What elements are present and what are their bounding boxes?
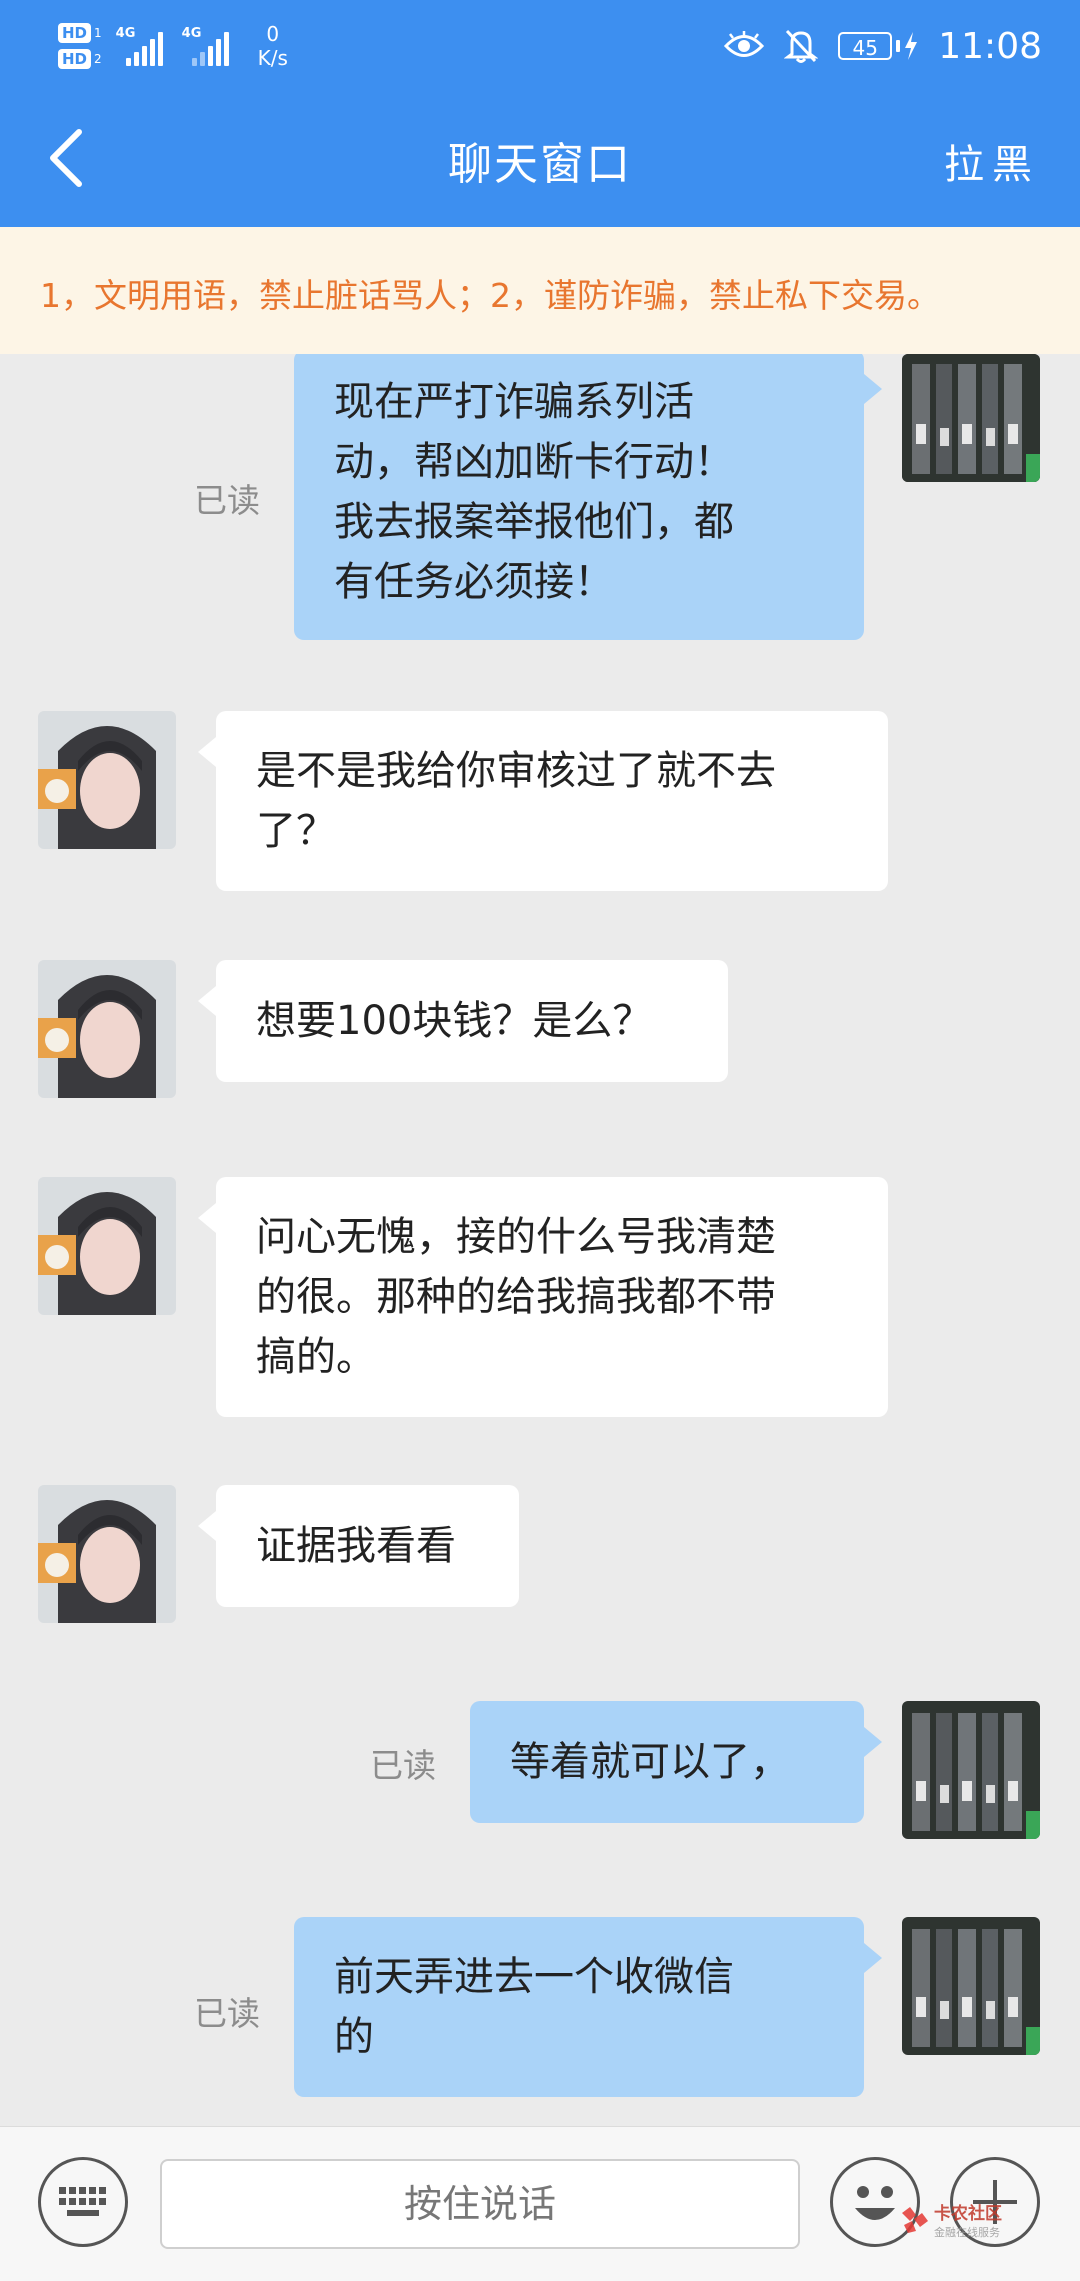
avatar-contact[interactable]	[38, 711, 176, 849]
message-incoming[interactable]: 想要100块钱？是么？	[0, 960, 1080, 1098]
avatar-self[interactable]	[902, 1701, 1040, 1839]
message-line: 的很。那种的给我搞我都不带	[256, 1274, 776, 1320]
signal-icon-2: 4G	[182, 26, 234, 66]
read-status: 已读	[194, 481, 260, 520]
status-left: HD 1 HD 2 4G 4G 0 K/s	[58, 14, 288, 78]
message-line: 前天弄进去一个收微信	[334, 1954, 734, 2000]
bubble-tail	[198, 1511, 216, 1541]
bubble-tail	[864, 1727, 882, 1757]
keyboard-icon	[59, 2187, 106, 2216]
message-line: 想要100块钱？是么？	[256, 998, 653, 1044]
keyboard-toggle-button[interactable]	[38, 2157, 128, 2247]
bubble-tail	[864, 374, 882, 404]
charging-icon	[905, 32, 918, 60]
avatar-contact[interactable]	[38, 1485, 176, 1623]
message-incoming[interactable]: 问心无愧，接的什么号我清楚 的很。那种的给我搞我都不带 搞的。	[0, 1177, 1080, 1417]
avatar-contact[interactable]	[38, 960, 176, 1098]
watermark-subtitle: 金融在线服务	[934, 2226, 1000, 2239]
avatar-image	[38, 711, 176, 849]
avatar-image	[902, 1701, 1040, 1839]
message-bubble[interactable]: 想要100块钱？是么？	[216, 960, 728, 1082]
network-type-2: 4G	[181, 26, 202, 41]
hd-badge-1: HD	[58, 23, 92, 43]
signal-icon-1: 4G	[116, 26, 168, 66]
network-type-1: 4G	[115, 26, 136, 41]
message-incoming[interactable]: 证据我看看	[0, 1485, 1080, 1623]
message-line: 现在严打诈骗系列活	[334, 379, 694, 425]
message-outgoing[interactable]: 已读 前天弄进去一个收微信 的	[0, 1917, 1080, 2097]
status-bar: HD 1 HD 2 4G 4G 0 K/s 45 11:08	[0, 0, 1080, 90]
message-line: 等着就可以了，	[510, 1739, 790, 1785]
sim2-indicator: HD 2	[58, 49, 102, 69]
chat-area[interactable]: 已读 现在严打诈骗系列活 动，帮凶加断卡行动！ 我去报案举报他们，都 有任务必须…	[0, 354, 1080, 2126]
page-title: 聊天窗口	[448, 139, 632, 190]
message-outgoing[interactable]: 已读 现在严打诈骗系列活 动，帮凶加断卡行动！ 我去报案举报他们，都 有任务必须…	[0, 354, 1080, 644]
notice-banner: 1，文明用语，禁止脏话骂人；2，谨防诈骗，禁止私下交易。	[0, 227, 1080, 354]
message-line: 我去报案举报他们，都	[334, 499, 734, 545]
message-line: 搞的。	[256, 1334, 376, 1380]
message-bubble[interactable]: 等着就可以了，	[470, 1701, 864, 1823]
block-user-button[interactable]: 拉黑	[944, 132, 1040, 190]
message-bubble[interactable]: 证据我看看	[216, 1485, 519, 1607]
watermark-name: 卡农社区	[934, 2204, 1002, 2224]
sim1-indicator: HD 1	[58, 23, 102, 43]
back-button[interactable]	[30, 118, 100, 198]
message-outgoing[interactable]: 已读 等着就可以了，	[0, 1701, 1080, 1839]
message-line: 动，帮凶加断卡行动！	[334, 439, 734, 485]
avatar-self[interactable]	[902, 1917, 1040, 2055]
sim-indicators: HD 1 HD 2	[58, 23, 102, 69]
watermark-logo-icon	[902, 2206, 928, 2233]
eye-icon	[724, 31, 765, 57]
message-bubble[interactable]: 是不是我给你审核过了就不去 了？	[216, 711, 888, 891]
network-speed: 0 K/s	[258, 22, 288, 70]
input-bar: 按住说话 卡农社区 金融在线服务	[0, 2126, 1080, 2281]
avatar-image	[38, 960, 176, 1098]
message-line: 有任务必须接！	[334, 559, 614, 605]
chevron-left-icon	[50, 129, 82, 187]
bubble-tail	[864, 1943, 882, 1973]
sim2-number: 2	[94, 52, 102, 66]
top-bar: HD 1 HD 2 4G 4G 0 K/s 45 11:08 聊天窗口 拉黑	[0, 0, 1080, 227]
bubble-tail	[198, 737, 216, 767]
avatar-image	[38, 1177, 176, 1315]
read-status: 已读	[370, 1746, 436, 1785]
bubble-tail	[198, 1203, 216, 1233]
message-bubble[interactable]: 问心无愧，接的什么号我清楚 的很。那种的给我搞我都不带 搞的。	[216, 1177, 888, 1417]
nav-bar: 聊天窗口 拉黑	[0, 90, 1080, 227]
avatar-self[interactable]	[902, 354, 1040, 482]
bell-off-icon	[784, 29, 819, 63]
notice-text: 1，文明用语，禁止脏话骂人；2，谨防诈骗，禁止私下交易。	[40, 276, 940, 315]
hd-badge-2: HD	[58, 49, 92, 69]
message-line: 证据我看看	[256, 1523, 456, 1569]
message-line: 的	[334, 2014, 374, 2060]
battery-tip	[896, 40, 901, 52]
message-line: 问心无愧，接的什么号我清楚	[256, 1214, 776, 1260]
avatar-image	[38, 1485, 176, 1623]
message-bubble[interactable]: 前天弄进去一个收微信 的	[294, 1917, 864, 2097]
bubble-tail	[198, 986, 216, 1016]
battery-indicator: 45	[838, 32, 918, 60]
avatar-image	[902, 1917, 1040, 2055]
message-line: 是不是我给你审核过了就不去	[256, 748, 776, 794]
avatar-contact[interactable]	[38, 1177, 176, 1315]
network-speed-unit: K/s	[257, 46, 288, 70]
watermark: 卡农社区 金融在线服务	[900, 2199, 1002, 2240]
battery-level: 45	[838, 32, 893, 60]
sim1-number: 1	[94, 26, 102, 40]
status-time: 11:08	[938, 25, 1042, 67]
message-line: 了？	[256, 808, 336, 854]
read-status: 已读	[194, 1994, 260, 2033]
network-speed-value: 0	[266, 22, 280, 46]
avatar-image	[902, 354, 1040, 482]
message-incoming[interactable]: 是不是我给你审核过了就不去 了？	[0, 711, 1080, 891]
hold-to-talk-button[interactable]: 按住说话	[160, 2159, 800, 2249]
message-bubble[interactable]: 现在严打诈骗系列活 动，帮凶加断卡行动！ 我去报案举报他们，都 有任务必须接！	[294, 354, 864, 640]
status-right: 45 11:08	[724, 18, 1042, 74]
